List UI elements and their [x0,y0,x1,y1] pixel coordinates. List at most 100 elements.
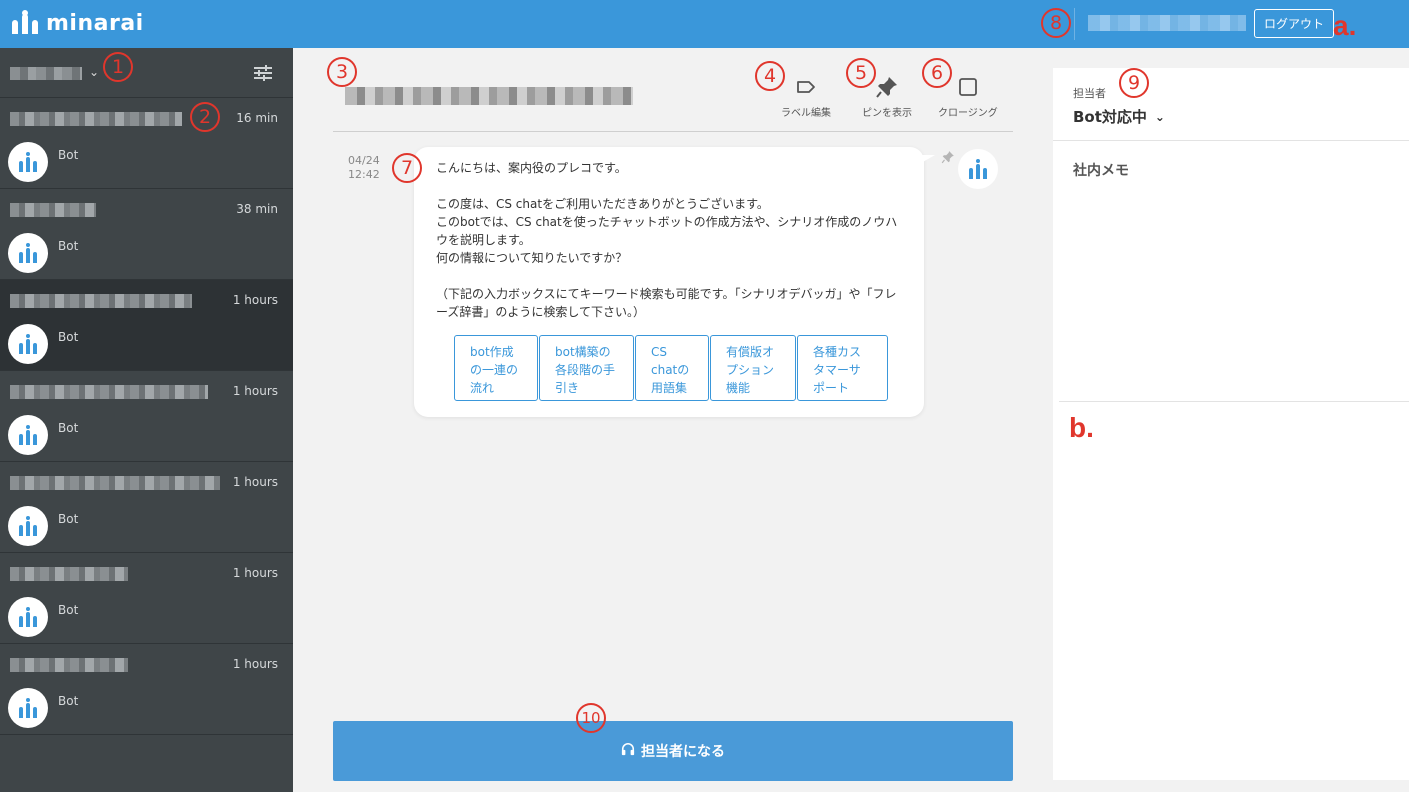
minarai-logo-icon [19,243,37,263]
chat-list-item[interactable]: 1 hours Bot [0,371,293,462]
internal-memo-label: 社内メモ [1073,163,1129,179]
minarai-logo[interactable]: minarai [10,10,144,36]
become-assignee-button[interactable]: 担当者になる [333,721,1013,781]
internal-memo-input[interactable] [1061,188,1409,398]
bot-avatar [8,142,48,182]
chat-preview: Bot [58,603,79,617]
chat-name-redacted [10,112,182,126]
chevron-down-icon: ⌄ [1154,109,1165,124]
chat-list-sidebar: ⌄ 16 min Bot 38 min Bot 1 hours Bot 1 hours Bot… [0,48,293,792]
bot-message-bubble: こんにちは、案内役のプレコです。 この度は、CS chatをご利用いただきありが… [414,147,924,417]
filter-dropdown-redacted[interactable] [10,67,82,80]
chat-time: 1 hours [232,475,278,489]
top-bar: minarai ログアウト [0,0,1409,48]
panel-divider [1053,140,1409,141]
bot-avatar [8,233,48,273]
bot-message-text: こんにちは、案内役のプレコです。 この度は、CS chatをご利用いただきありが… [436,161,898,319]
chat-time: 1 hours [232,293,278,307]
chat-list-item[interactable]: 1 hours Bot [0,280,293,371]
chat-name-redacted [10,294,192,308]
headset-icon [621,742,635,760]
chat-list-item[interactable]: 16 min Bot [0,98,293,189]
header-divider [1074,8,1075,40]
filter-settings-icon[interactable] [254,64,272,82]
chat-list-item[interactable]: 1 hours Bot [0,644,293,735]
chat-preview: Bot [58,512,79,526]
chat-preview: Bot [58,694,79,708]
annotation-marker-3: 3 [327,57,357,87]
title-divider [333,131,1013,132]
chat-preview: Bot [58,330,79,344]
become-assignee-label: 担当者になる [641,744,725,760]
chat-name-redacted [10,567,128,581]
bubble-tail [921,155,935,163]
closing-label: クロージング [938,108,998,119]
bot-avatar [8,688,48,728]
quick-reply-button[interactable]: CS chatの 用語集 [635,335,709,401]
quick-reply-button[interactable]: 有償版オ プション 機能 [710,335,796,401]
minarai-logo-icon [10,10,40,36]
bot-avatar [8,324,48,364]
bot-avatar [8,415,48,455]
annotation-marker-4: 4 [755,61,785,91]
annotation-letter-b: b. [1069,412,1094,443]
chat-time: 1 hours [232,384,278,398]
checkbox-square-icon [958,76,978,98]
bot-avatar [8,506,48,546]
minarai-logo-icon [19,607,37,627]
quick-reply-button[interactable]: bot作成 の一連の 流れ [454,335,538,401]
annotation-marker-1: 1 [103,52,133,82]
chat-list-item[interactable]: 1 hours Bot [0,553,293,644]
minarai-logo-icon [969,159,987,179]
chat-filter-bar: ⌄ [0,48,293,98]
chat-preview: Bot [58,239,79,253]
conversation-title-redacted [345,87,633,105]
details-panel: 担当者 Bot対応中 ⌄ 社内メモ [1053,68,1409,780]
chat-name-redacted [10,203,96,217]
chat-name-redacted [10,385,208,399]
minarai-logo-icon [19,516,37,536]
logo-text: minarai [46,10,144,36]
annotation-marker-10: 10 [576,703,606,733]
label-edit-button[interactable]: ラベル編集 [781,76,831,119]
chevron-down-icon[interactable]: ⌄ [89,65,99,79]
minarai-logo-icon [19,152,37,172]
minarai-logo-icon [19,698,37,718]
chat-preview: Bot [58,421,79,435]
assignee-label: 担当者 [1073,87,1106,100]
chat-time: 16 min [236,111,278,125]
annotation-marker-6: 6 [922,58,952,88]
annotation-marker-5: 5 [846,58,876,88]
chat-name-redacted [10,476,220,490]
user-name-redacted [1088,15,1246,31]
pin-icon [875,76,899,98]
chat-list-item[interactable]: 38 min Bot [0,189,293,280]
bot-avatar [8,597,48,637]
assignee-value: Bot対応中 [1073,108,1147,126]
quick-reply-button[interactable]: bot構築の 各段階の手 引き [539,335,634,401]
message-timestamp: 04/24 12:42 [348,154,380,182]
chat-time: 1 hours [232,657,278,671]
assignee-select[interactable]: Bot対応中 ⌄ [1073,106,1165,127]
quick-reply-button[interactable]: 各種カス タマーサ ポート [797,335,888,401]
minarai-logo-icon [19,425,37,445]
label-edit-label: ラベル編集 [781,108,831,119]
annotation-marker-2: 2 [190,102,220,132]
message-pin-icon[interactable] [941,149,955,168]
annotation-marker-7: 7 [392,153,422,183]
chat-name-redacted [10,658,128,672]
minarai-logo-icon [19,334,37,354]
annotation-letter-a: a. [1333,10,1357,41]
chat-preview: Bot [58,148,79,162]
quick-reply-group: bot作成 の一連の 流れ bot構築の 各段階の手 引き CS chatの 用語集… [454,335,889,401]
message-time: 12:42 [348,168,380,181]
chat-list-item[interactable]: 1 hours Bot [0,462,293,553]
annotation-marker-8: 8 [1041,8,1071,38]
bot-avatar [958,149,998,189]
message-date: 04/24 [348,154,380,167]
chat-time: 38 min [236,202,278,216]
panel-divider [1059,401,1409,402]
chat-time: 1 hours [232,566,278,580]
logout-button[interactable]: ログアウト [1254,9,1334,38]
tag-icon [796,76,816,98]
